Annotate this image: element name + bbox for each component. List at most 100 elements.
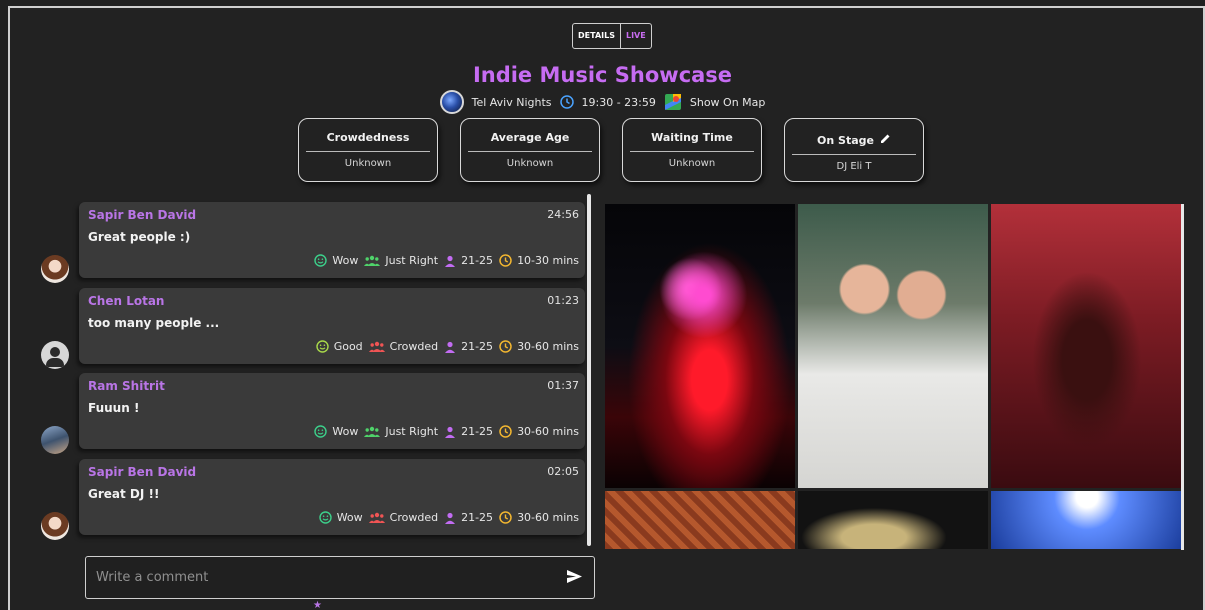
message-time: 02:05 <box>547 465 579 478</box>
wait-tag: 30-60 mins <box>499 425 579 438</box>
person-icon <box>445 426 456 438</box>
message-tags: Good Crowded 21-25 30-60 mins <box>316 340 579 353</box>
gallery-scrollbar[interactable] <box>1181 204 1184 550</box>
divider <box>468 151 592 152</box>
message-bubble: Ram Shitrit 01:37 Fuuun ! Wow Just Right… <box>79 373 585 449</box>
message-bubble: Sapir Ben David 02:05 Great DJ !! Wow Cr… <box>79 459 585 535</box>
message-time: 24:56 <box>547 208 579 221</box>
stat-label-row: On Stage <box>817 133 891 147</box>
avatar <box>41 512 69 540</box>
vibe-tag: Wow <box>314 425 358 438</box>
author-name: Chen Lotan <box>88 294 165 308</box>
stat-value: Unknown <box>506 158 554 169</box>
stat-on-stage: On Stage DJ Eli T <box>784 118 924 182</box>
clock-icon <box>499 254 512 267</box>
smiley-icon <box>314 425 328 438</box>
stat-label: Average Age <box>490 131 570 144</box>
feed-scrollbar[interactable] <box>587 194 591 546</box>
message-text: Fuuun ! <box>88 401 140 415</box>
venue-name: Tel Aviv Nights <box>471 95 552 109</box>
comments-feed[interactable]: Sapir Ben David 24:56 Great people :) Wo… <box>32 194 592 546</box>
tab-live[interactable]: LIVE <box>621 24 651 48</box>
list-item: Sapir Ben David 02:05 Great DJ !! Wow Cr… <box>32 459 587 540</box>
message-bubble: Chen Lotan 01:23 too many people ... Goo… <box>79 288 585 364</box>
message-bubble: Sapir Ben David 24:56 Great people :) Wo… <box>79 202 585 278</box>
stats-row: Crowdedness Unknown Average Age Unknown … <box>298 118 924 182</box>
author-name: Ram Shitrit <box>88 379 165 393</box>
show-on-map-link[interactable]: Show On Map <box>690 96 766 109</box>
message-tags: Wow Just Right 21-25 30-60 mins <box>314 425 579 438</box>
group-icon <box>364 426 381 437</box>
person-icon <box>445 341 456 353</box>
stat-waiting-time: Waiting Time Unknown <box>622 118 762 182</box>
avatar <box>41 341 69 369</box>
edit-icon[interactable] <box>880 133 891 147</box>
age-tag: 21-25 <box>444 340 493 353</box>
smiley-icon <box>314 254 328 267</box>
gallery-photo-fireworks[interactable] <box>605 204 795 488</box>
photo-gallery[interactable] <box>605 204 1183 550</box>
star-icon: ★ <box>313 600 322 610</box>
tab-details[interactable]: DETAILS <box>573 24 621 48</box>
gallery-photo-friends[interactable] <box>798 204 988 488</box>
message-tags: Wow Just Right 21-25 10-30 mins <box>314 254 579 267</box>
age-tag: 21-25 <box>444 425 493 438</box>
send-icon[interactable] <box>567 568 582 587</box>
gallery-photo-crowd[interactable] <box>991 491 1183 549</box>
message-time: 01:23 <box>547 294 579 307</box>
vibe-tag: Wow <box>314 254 358 267</box>
stat-value: Unknown <box>344 158 392 169</box>
divider <box>630 151 754 152</box>
wait-tag: 30-60 mins <box>499 340 579 353</box>
avatar <box>41 426 69 454</box>
stat-crowdedness: Crowdedness Unknown <box>298 118 438 182</box>
gallery-photo-dancer[interactable] <box>991 204 1183 488</box>
age-tag: 21-25 <box>444 511 493 524</box>
group-icon <box>364 255 381 266</box>
message-text: Great DJ !! <box>88 487 160 501</box>
message-text: Great people :) <box>88 230 191 244</box>
wait-tag: 30-60 mins <box>499 511 579 524</box>
clock-icon <box>499 511 512 524</box>
person-icon <box>445 255 456 267</box>
stat-average-age: Average Age Unknown <box>460 118 600 182</box>
message-tags: Wow Crowded 21-25 30-60 mins <box>319 511 579 524</box>
crowd-tag: Just Right <box>364 254 438 267</box>
group-icon <box>368 512 385 523</box>
vibe-tag: Good <box>316 340 363 353</box>
stat-label: Crowdedness <box>326 131 410 144</box>
message-text: too many people ... <box>88 316 220 330</box>
stat-value: DJ Eli T <box>836 161 872 172</box>
person-icon <box>445 512 456 524</box>
author-name: Sapir Ben David <box>88 465 197 479</box>
gallery-photo-wall[interactable] <box>605 491 795 549</box>
gallery-photo-turntable[interactable] <box>798 491 988 549</box>
clock-icon <box>499 425 512 438</box>
divider <box>792 154 916 155</box>
smiley-icon <box>316 340 329 353</box>
view-toggle: DETAILS LIVE <box>572 23 652 49</box>
crowd-tag: Crowded <box>368 511 438 524</box>
venue-logo <box>439 90 464 114</box>
avatar <box>41 255 69 283</box>
stat-value: Unknown <box>668 158 716 169</box>
stat-label: Waiting Time <box>651 131 733 144</box>
event-title: Indie Music Showcase <box>472 63 733 87</box>
crowd-tag: Crowded <box>368 340 438 353</box>
smiley-icon <box>319 511 332 524</box>
list-item: Chen Lotan 01:23 too many people ... Goo… <box>32 288 587 369</box>
vibe-tag: Wow <box>319 511 363 524</box>
wait-tag: 10-30 mins <box>499 254 579 267</box>
event-hours: 19:30 - 23:59 <box>581 95 656 109</box>
comment-box <box>85 556 595 599</box>
author-name: Sapir Ben David <box>88 208 197 222</box>
event-meta: Tel Aviv Nights 19:30 - 23:59 Show On Ma… <box>0 90 1205 114</box>
clock-icon <box>499 340 512 353</box>
list-item: Sapir Ben David 24:56 Great people :) Wo… <box>32 202 587 283</box>
divider <box>306 151 430 152</box>
comment-input[interactable] <box>96 570 567 585</box>
map-icon[interactable] <box>664 93 682 111</box>
message-time: 01:37 <box>547 379 579 392</box>
stat-label: On Stage <box>817 133 874 147</box>
group-icon <box>368 341 385 352</box>
